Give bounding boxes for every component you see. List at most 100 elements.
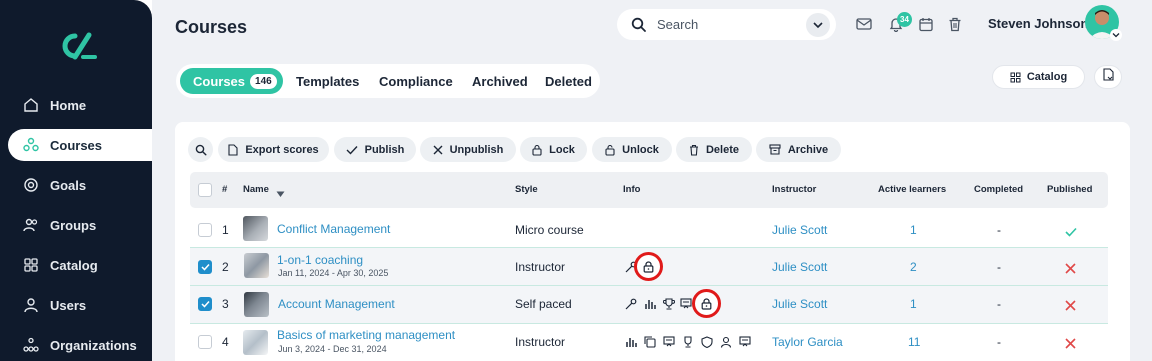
row-number: 2 (222, 260, 229, 274)
sort-down-icon[interactable] (276, 185, 285, 203)
catalog-label: Catalog (1026, 71, 1068, 83)
row-number: 3 (222, 297, 229, 311)
export-button[interactable] (1094, 65, 1122, 89)
sidebar-item-users[interactable]: Users (8, 289, 152, 321)
key-icon (625, 298, 637, 310)
sidebar-item-home[interactable]: Home (8, 89, 152, 121)
sidebar-item-groups[interactable]: Groups (8, 209, 152, 241)
course-thumbnail (243, 216, 268, 241)
instructor-link[interactable]: Julie Scott (772, 223, 827, 237)
action-label: Lock (549, 143, 575, 156)
document-icon (228, 143, 238, 156)
user-name[interactable]: Steven Johnson (988, 16, 1088, 31)
column-header-style: Style (515, 184, 538, 195)
search-input[interactable]: Search (657, 17, 698, 32)
trash-icon (689, 144, 699, 156)
archive-button[interactable]: Archive (756, 137, 841, 162)
column-header-completed: Completed (974, 184, 1024, 195)
published-check-icon (1065, 224, 1077, 242)
mail-icon[interactable] (855, 15, 873, 33)
tab-deleted[interactable]: Deleted (545, 68, 592, 94)
course-tabs: Courses 146 Templates Compliance Archive… (176, 64, 600, 98)
active-learners-link[interactable]: 11 (908, 335, 920, 349)
tab-compliance[interactable]: Compliance (379, 68, 453, 94)
delete-button[interactable]: Delete (676, 137, 752, 162)
completed-value: - (997, 260, 1001, 274)
action-label: Unpublish (449, 143, 504, 156)
sidebar-item-label: Catalog (50, 257, 98, 273)
sidebar-item-courses[interactable]: Courses (8, 129, 152, 161)
bar-chart-icon (644, 298, 656, 310)
tab-templates[interactable]: Templates (296, 68, 359, 94)
sidebar-item-label: Goals (50, 177, 87, 193)
column-header-info: Info (623, 184, 641, 195)
row-number: 4 (222, 335, 229, 349)
instructor-link[interactable]: Julie Scott (772, 260, 827, 274)
sidebar-item-catalog[interactable]: Catalog (8, 249, 152, 281)
row-checkbox[interactable] (198, 297, 212, 311)
tab-courses[interactable]: Courses 146 (180, 68, 283, 94)
copy-icon (644, 336, 656, 348)
select-all-checkbox[interactable] (198, 183, 212, 197)
sidebar-item-label: Groups (50, 217, 97, 233)
row-checkbox[interactable] (198, 335, 212, 349)
trash-icon[interactable] (946, 15, 964, 33)
calendar-icon[interactable] (917, 15, 935, 33)
column-header-instructor: Instructor (772, 184, 817, 195)
tab-label: Compliance (379, 73, 453, 89)
catalog-button[interactable]: Catalog (992, 65, 1085, 89)
export-scores-button[interactable]: Export scores (218, 137, 329, 162)
action-label: Delete (705, 143, 740, 156)
lock-button[interactable]: Lock (520, 137, 587, 162)
column-header-number: # (222, 184, 228, 195)
bar-chart-icon (625, 336, 637, 348)
chevron-down-icon[interactable] (1110, 29, 1122, 41)
action-label: Publish (364, 143, 405, 156)
check-icon (346, 145, 358, 155)
completed-value: - (997, 335, 1001, 349)
lock-icon (532, 144, 542, 156)
instructor-link[interactable]: Taylor Garcia (772, 335, 843, 349)
certificate-icon (680, 298, 692, 310)
column-header-name[interactable]: Name (243, 184, 269, 195)
active-learners-link[interactable]: 1 (910, 297, 917, 311)
tab-label: Archived (472, 73, 528, 89)
tab-archived[interactable]: Archived (472, 68, 528, 94)
course-name-link[interactable]: Basics of marketing management (277, 328, 455, 342)
user-icon (22, 296, 40, 314)
active-learners-link[interactable]: 2 (910, 260, 917, 274)
logo-icon[interactable] (55, 32, 97, 60)
target-icon (22, 176, 40, 194)
org-icon (22, 336, 40, 354)
sidebar-item-goals[interactable]: Goals (8, 169, 152, 201)
course-thumbnail (244, 292, 269, 317)
unpublished-x-icon (1065, 336, 1076, 354)
trophy-icon (663, 298, 675, 310)
sidebar-item-organizations[interactable]: Organizations (8, 329, 152, 361)
unlock-button[interactable]: Unlock (592, 137, 672, 162)
action-label: Export scores (245, 143, 319, 156)
tab-label: Templates (296, 73, 360, 89)
course-name-link[interactable]: 1-on-1 coaching (277, 253, 363, 267)
publish-button[interactable]: Publish (334, 137, 416, 162)
tab-label: Courses (193, 73, 246, 89)
course-name-link[interactable]: Conflict Management (277, 222, 390, 236)
search-icon (631, 17, 646, 32)
course-style: Self paced (515, 297, 572, 311)
course-thumbnail (243, 330, 268, 355)
action-label: Unlock (622, 143, 659, 156)
chevron-down-icon[interactable] (806, 13, 830, 37)
home-icon (22, 96, 40, 114)
table-search-button[interactable] (188, 137, 213, 162)
active-learners-link[interactable]: 1 (910, 223, 917, 237)
sidebar-item-label: Organizations (50, 337, 137, 353)
instructor-link[interactable]: Julie Scott (772, 297, 827, 311)
unpublish-button[interactable]: Unpublish (420, 137, 516, 162)
row-checkbox[interactable] (198, 223, 212, 237)
search-bar[interactable]: Search (617, 9, 836, 40)
sidebar-item-label: Courses (50, 137, 103, 153)
row-checkbox[interactable] (198, 260, 212, 274)
highlighted-lock-icon (634, 252, 663, 281)
sidebar-item-label: Home (50, 97, 87, 113)
course-name-link[interactable]: Account Management (278, 297, 395, 311)
